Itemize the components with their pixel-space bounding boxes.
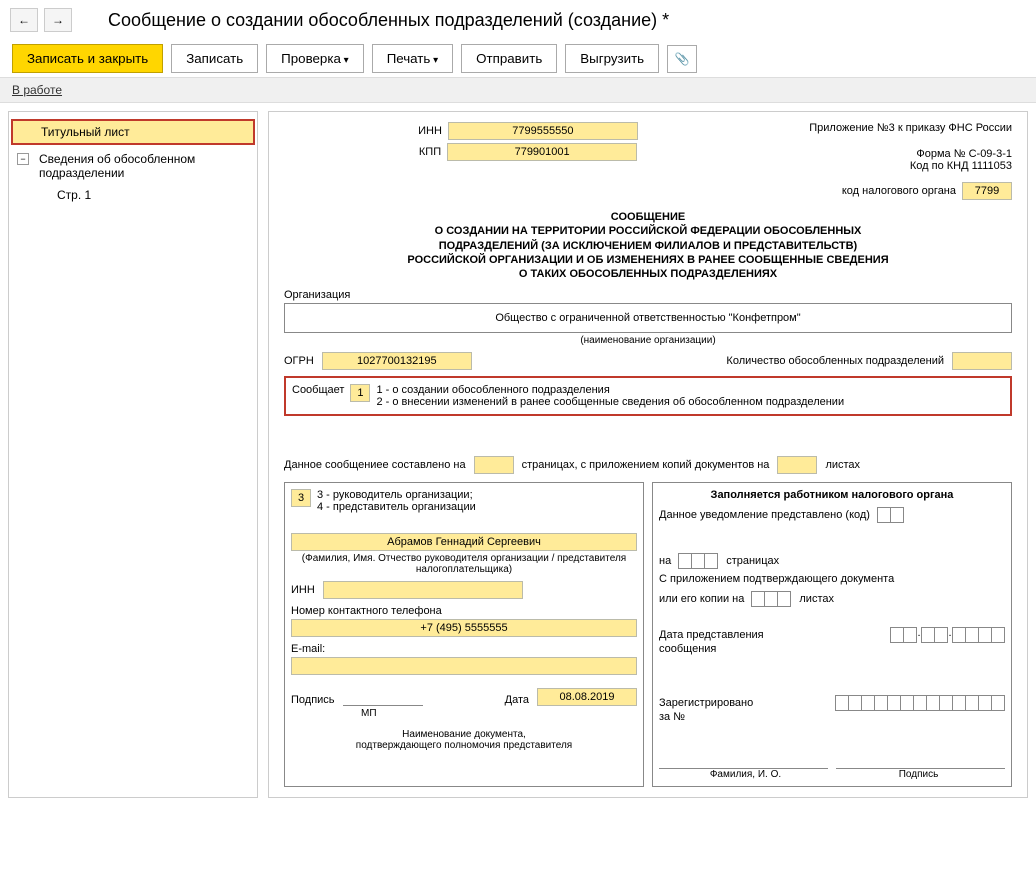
- signer-panel: 3 3 - руководитель организации; 4 - пред…: [284, 482, 644, 787]
- send-button[interactable]: Отправить: [461, 44, 557, 73]
- doc-name-label: Наименование документа, подтверждающего …: [291, 729, 637, 751]
- right-sign-label: Подпись: [832, 769, 1005, 780]
- email-label: E-mail:: [291, 643, 637, 655]
- right-or-copy: или его копии на: [659, 593, 744, 605]
- kpp-field[interactable]: 779901001: [447, 143, 637, 161]
- right-pages-boxes: [679, 553, 718, 569]
- inn2-label: ИНН: [291, 584, 315, 596]
- right-on-label: на: [659, 555, 671, 567]
- right-presented-label: Данное уведомление представлено (код): [659, 509, 870, 521]
- signer-code-field[interactable]: 3: [291, 489, 311, 507]
- save-close-button[interactable]: Записать и закрыть: [12, 44, 163, 73]
- nav-forward-button[interactable]: →: [44, 8, 72, 32]
- tree-title-page[interactable]: Титульный лист: [11, 119, 255, 145]
- right-pages-label: страницах: [726, 555, 779, 567]
- form-content: ИНН 7799555550 КПП 779901001 Приложение …: [268, 111, 1028, 798]
- composed-label-2: страницах, с приложением копий документо…: [522, 459, 770, 471]
- page-title: Сообщение о создании обособленных подраз…: [108, 10, 669, 31]
- mp-label: МП: [361, 708, 637, 719]
- date-field[interactable]: 08.08.2019: [537, 688, 637, 706]
- nav-back-button[interactable]: ←: [10, 8, 38, 32]
- right-reg-boxes: [836, 695, 1005, 711]
- units-label: Количество обособленных подразделений: [726, 355, 944, 367]
- tax-officer-panel: Заполняется работником налогового органа…: [652, 482, 1012, 787]
- fio-field[interactable]: Абрамов Геннадий Сергеевич: [291, 533, 637, 551]
- export-button[interactable]: Выгрузить: [565, 44, 659, 73]
- signer-option-3: 3 - руководитель организации;: [317, 489, 476, 501]
- copies-field[interactable]: [777, 456, 817, 474]
- status-bar: В работе: [0, 77, 1036, 103]
- composed-label-3: листах: [825, 459, 860, 471]
- pages-field[interactable]: [474, 456, 514, 474]
- tree-subdivisions[interactable]: − Сведения об обособленном подразделении: [9, 147, 257, 185]
- ogrn-label: ОГРН: [284, 355, 314, 367]
- composed-label-1: Данное сообщениее составлено на: [284, 459, 466, 471]
- check-dropdown[interactable]: Проверка: [266, 44, 364, 73]
- right-reg: Зарегистрировано: [659, 697, 753, 709]
- phone-field[interactable]: +7 (495) 5555555: [291, 619, 637, 637]
- paperclip-icon: 📎: [675, 52, 690, 66]
- ogrn-field[interactable]: 1027700132195: [322, 352, 472, 370]
- tax-code-field[interactable]: 7799: [962, 182, 1012, 200]
- reports-block: Сообщает 1 1 - о создании обособленного …: [284, 376, 1012, 416]
- right-code-boxes: [878, 507, 904, 523]
- org-label: Организация: [284, 289, 1012, 301]
- save-button[interactable]: Записать: [171, 44, 258, 73]
- right-msg: сообщения: [659, 643, 1005, 655]
- phone-label: Номер контактного телефона: [291, 605, 637, 617]
- right-zano: за №: [659, 711, 1005, 723]
- org-name-field[interactable]: Общество с ограниченной ответственностью…: [284, 303, 1012, 333]
- toolbar: Записать и закрыть Записать Проверка Печ…: [0, 40, 1036, 77]
- right-title: Заполняется работником налогового органа: [659, 489, 1005, 501]
- sidebar-tree: Титульный лист − Сведения об обособленно…: [8, 111, 258, 798]
- inn2-field[interactable]: [323, 581, 523, 599]
- print-dropdown[interactable]: Печать: [372, 44, 453, 73]
- right-sheets-label: листах: [799, 593, 834, 605]
- signature-label: Подпись: [291, 694, 335, 706]
- collapse-icon[interactable]: −: [17, 153, 29, 165]
- knd-code: Код по КНД 1111053: [772, 160, 1012, 172]
- org-note: (наименование организации): [284, 335, 1012, 346]
- right-sign-line: [836, 753, 1005, 769]
- units-field[interactable]: [952, 352, 1012, 370]
- right-date-label: Дата представления: [659, 629, 764, 641]
- right-fio-label: Фамилия, И. О.: [659, 769, 832, 780]
- reports-field[interactable]: 1: [350, 384, 370, 402]
- inn-label: ИНН: [418, 125, 442, 137]
- signer-option-4: 4 - представитель организации: [317, 501, 476, 513]
- right-with-doc: С приложением подтверждающего документа: [659, 573, 1005, 585]
- reports-option-2: 2 - о внесении изменений в ранее сообщен…: [376, 396, 844, 408]
- right-date-boxes: ..: [891, 627, 1005, 643]
- tax-code-label: код налогового органа: [842, 185, 956, 197]
- tree-item-label: Сведения об обособленном подразделении: [39, 152, 195, 180]
- reports-label: Сообщает: [292, 384, 344, 396]
- fio-note: (Фамилия, Имя. Отчество руководителя орг…: [291, 553, 637, 575]
- right-sheets-boxes: [752, 591, 791, 607]
- reports-option-1: 1 - о создании обособленного подразделен…: [376, 384, 844, 396]
- form-number: Форма № С-09-3-1: [772, 148, 1012, 160]
- email-field[interactable]: [291, 657, 637, 675]
- signature-line: [343, 690, 423, 706]
- kpp-label: КПП: [419, 146, 441, 158]
- date-label: Дата: [505, 694, 529, 706]
- topbar: ← → Сообщение о создании обособленных по…: [0, 0, 1036, 40]
- app-note: Приложение №3 к приказу ФНС России: [772, 122, 1012, 134]
- right-fio-line: [659, 753, 828, 769]
- inn-field[interactable]: 7799555550: [448, 122, 638, 140]
- attach-button[interactable]: 📎: [667, 45, 697, 73]
- main-heading: СООБЩЕНИЕ О СОЗДАНИИ НА ТЕРРИТОРИИ РОССИ…: [284, 210, 1012, 281]
- tree-page-1[interactable]: Стр. 1: [9, 185, 257, 205]
- status-link[interactable]: В работе: [12, 83, 62, 97]
